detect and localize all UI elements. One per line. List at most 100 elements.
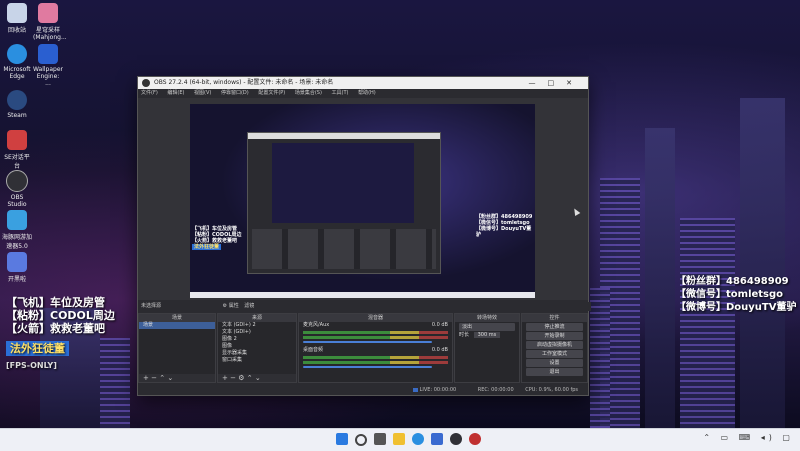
store-icon[interactable] [431, 433, 443, 445]
filters-button[interactable]: 滤镜 [244, 303, 254, 309]
preview-canvas: 【飞机】车位及房管 【粘粉】CODOL周边 【火箭】救救老董吧 法外狂徒董 【粉… [190, 104, 535, 298]
down-icon[interactable]: ⌄ [255, 374, 261, 382]
start-icon[interactable] [336, 433, 348, 445]
remove-icon[interactable]: − [230, 374, 236, 382]
volume-slider[interactable] [303, 341, 432, 343]
transition-select[interactable]: 淡出 [459, 323, 515, 331]
stop-streaming-button[interactable]: 停止推流 [526, 323, 583, 331]
file-explorer-icon[interactable] [393, 433, 405, 445]
desktop-icon-accelerator[interactable]: 海豚网游加速器5.0 [2, 210, 32, 250]
desktop-icon-kaiheila[interactable]: 开黑啦 [2, 252, 32, 283]
menu-docks[interactable]: 停靠窗口(D) [221, 90, 249, 96]
stream-overlay-left: 【飞机】车位及房管 【粘粉】CODOL周边 【火箭】救救老董吧 法外狂徒董 [F… [6, 296, 115, 372]
gear-icon[interactable]: ⚙ [238, 374, 244, 382]
source-item[interactable]: 文本 (GDI+) 2 [218, 322, 296, 329]
exit-button[interactable]: 退出 [526, 368, 583, 376]
preview-taskbar [190, 292, 535, 298]
volume-slider[interactable] [303, 366, 432, 368]
transitions-dock-title: 转场特效 [455, 314, 519, 322]
transitions-dock: 转场特效 淡出 时长 300 ms [454, 313, 520, 383]
task-view-icon[interactable] [374, 433, 386, 445]
properties-button[interactable]: 属性 [229, 303, 239, 309]
obs-icon[interactable] [450, 433, 462, 445]
wallpaper-building [680, 218, 735, 428]
menu-tools[interactable]: 工具(T) [332, 90, 349, 96]
wallpaper-building [740, 98, 785, 428]
desktop-icon-mahjong[interactable]: 星穹采样 (Mahjong... [33, 3, 67, 41]
recycle-bin-icon [7, 3, 27, 23]
no-source-label: 未选择源 [141, 303, 162, 309]
overlay-line: 【粉丝群】486498909 [676, 276, 789, 287]
mahjong-app-icon [38, 3, 58, 23]
obs-icon [6, 170, 28, 192]
scene-item[interactable]: 场景 [139, 322, 215, 329]
menu-bar: 文件(F) 编辑(E) 视图(V) 停靠窗口(D) 配置文件(P) 场景集合(S… [138, 89, 588, 98]
source-item[interactable]: 窗口采集 [218, 357, 296, 364]
desktop-icon-wallpaper-engine[interactable]: Wallpaper Engine: ... [33, 44, 63, 87]
se-platform-icon [7, 130, 27, 150]
preview-area[interactable]: 【飞机】车位及房管 【粘粉】CODOL周边 【火箭】救救老董吧 法外狂徒董 【粉… [138, 98, 588, 300]
menu-profile[interactable]: 配置文件(P) [258, 90, 285, 96]
start-recording-button[interactable]: 开始录制 [526, 332, 583, 340]
obs-window[interactable]: OBS 27.2.4 (64-bit, windows) - 配置文件: 未命名… [137, 76, 591, 396]
settings-button[interactable]: 设置 [526, 359, 583, 367]
obs-title-bar[interactable]: OBS 27.2.4 (64-bit, windows) - 配置文件: 未命名… [138, 77, 588, 89]
up-icon[interactable]: ⌃ [247, 374, 253, 382]
sources-dock-title: 来源 [218, 314, 296, 322]
source-item[interactable]: 图像 [218, 343, 296, 350]
add-icon[interactable]: + [222, 374, 228, 382]
rec-status: REC: 00:00:00 [477, 387, 514, 393]
taskbar-apps [336, 433, 481, 447]
window-controls[interactable]: —□✕ [529, 77, 584, 89]
cpu-status: CPU: 0.9%, 60.00 fps [525, 387, 578, 393]
desktop-icon-edge[interactable]: Microsoft Edge [2, 44, 32, 80]
source-item[interactable]: 显示器采集 [218, 350, 296, 357]
app-icon[interactable] [469, 433, 481, 445]
controls-dock: 控件 停止推流 开始录制 启动虚拟摄像机 工作室模式 设置 退出 [521, 313, 588, 383]
remove-icon[interactable]: − [151, 374, 157, 382]
edge-icon [7, 44, 27, 64]
wallpaper-building [645, 128, 675, 428]
source-item[interactable]: 文本 (GDI+) [218, 329, 296, 336]
gear-icon[interactable]: ⚙ [223, 303, 227, 309]
audio-meter [303, 331, 448, 334]
edge-icon[interactable] [412, 433, 424, 445]
down-icon[interactable]: ⌄ [167, 374, 173, 382]
desktop-icon-se[interactable]: SE对话平台 [2, 130, 32, 170]
wallpaper-building [590, 288, 610, 428]
kaiheila-icon [7, 252, 27, 272]
mixer-dock-title: 混音器 [299, 314, 452, 322]
audio-meter [303, 356, 448, 359]
source-item[interactable]: 图像 2 [218, 336, 296, 343]
duration-row: 时长 300 ms [455, 332, 519, 339]
menu-scene-collection[interactable]: 场景集合(S) [295, 90, 322, 96]
preview-nested-obs [247, 132, 441, 274]
system-tray[interactable]: ⌃ ▭ ⌨ ◂) ▢ [703, 433, 794, 442]
steam-icon [7, 90, 27, 110]
live-indicator-icon [412, 387, 418, 392]
studio-mode-button[interactable]: 工作室模式 [526, 350, 583, 358]
scenes-dock-title: 场景 [139, 314, 215, 322]
desktop-icon-obs[interactable]: OBS Studio [2, 170, 32, 208]
desktop-icon-recycle-bin[interactable]: 回收站 [2, 3, 32, 34]
desktop-icon-steam[interactable]: Steam [2, 90, 32, 119]
obs-logo-icon [142, 79, 150, 87]
menu-view[interactable]: 视图(V) [194, 90, 211, 96]
overlay-line: 【飞机】车位及房管 [6, 296, 105, 309]
mixer-track-mic: 麦克风/Aux 0.0 dB [303, 322, 448, 328]
menu-help[interactable]: 帮助(H) [358, 90, 376, 96]
up-icon[interactable]: ⌃ [159, 374, 165, 382]
taskbar: ⌃ ▭ ⌨ ◂) ▢ [0, 428, 800, 451]
docks-area: 场景 场景 + − ⌃ ⌄ 来源 文本 (GDI+) 2 文本 (GDI+) 图… [138, 313, 588, 383]
overlay-line: 【微信号】tomletsgo [676, 289, 784, 300]
virtual-camera-button[interactable]: 启动虚拟摄像机 [526, 341, 583, 349]
menu-file[interactable]: 文件(F) [141, 90, 158, 96]
source-toolbar: 未选择源 ⚙ 属性 滤镜 [138, 302, 591, 311]
add-icon[interactable]: + [143, 374, 149, 382]
menu-edit[interactable]: 编辑(E) [167, 90, 184, 96]
mixer-track-desktop: 桌面音频 0.0 dB [303, 347, 448, 353]
stream-overlay-right: 【粉丝群】486498909 【微信号】tomletsgo 【微博号】Douyu… [676, 275, 797, 314]
sources-toolbar: + − ⚙ ⌃ ⌄ [218, 374, 296, 382]
duration-input[interactable]: 300 ms [473, 332, 501, 338]
search-icon[interactable] [355, 434, 367, 446]
